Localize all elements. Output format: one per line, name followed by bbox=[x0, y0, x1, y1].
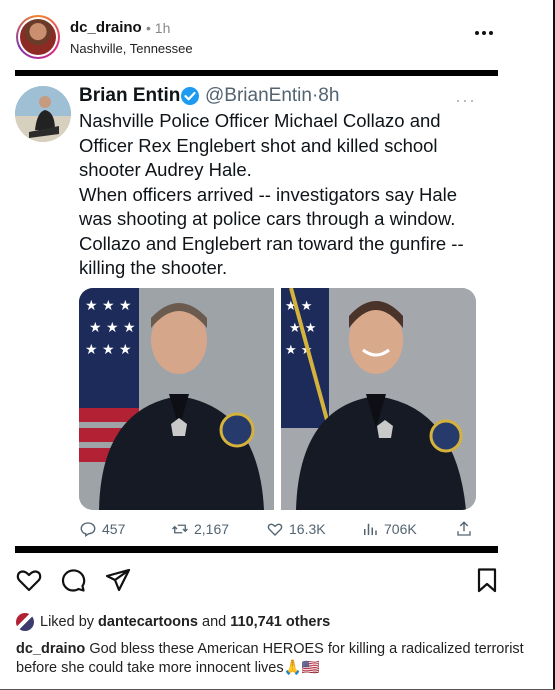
tweet-text: Nashville Police Officer Michael Collazo… bbox=[79, 109, 484, 281]
reply-count: 457 bbox=[102, 521, 126, 537]
officer-photo-art: ★ ★ ★ ★ ★ ★ bbox=[281, 288, 476, 510]
more-horizontal-icon[interactable] bbox=[473, 26, 495, 40]
retweet-count: 2,167 bbox=[194, 521, 230, 537]
retweet-icon bbox=[172, 524, 188, 534]
verified-badge-icon bbox=[181, 87, 199, 105]
svg-text:★ ★ ★: ★ ★ ★ bbox=[85, 342, 132, 358]
avatar-border bbox=[18, 17, 58, 57]
tweet-text-line: When officers arrived -- investigators s… bbox=[79, 183, 458, 205]
image-bottom-border bbox=[15, 546, 498, 553]
tweet-reply: 457 bbox=[79, 520, 125, 538]
time-value: 1h bbox=[154, 20, 171, 36]
tweet-handle-line: @BrianEntin·8h bbox=[205, 85, 339, 107]
like-count: 16.3K bbox=[289, 521, 326, 537]
post-location[interactable]: Nashville, Tennessee bbox=[70, 41, 193, 56]
likes-count[interactable]: 110,741 others bbox=[230, 614, 330, 630]
tweet-photos: ★ ★ ★ ★ ★ ★ ★ ★ ★ ★ ★ ★ ★ ★ ★ bbox=[79, 288, 476, 510]
tweet-author-name[interactable]: Brian Entin bbox=[79, 85, 180, 107]
liker-username[interactable]: dantecartoons bbox=[98, 614, 198, 630]
svg-text:★ ★ ★: ★ ★ ★ bbox=[89, 320, 136, 336]
story-ring[interactable] bbox=[16, 15, 60, 59]
tweet-retweet: 2,167 bbox=[171, 520, 229, 538]
views-count: 706K bbox=[384, 521, 417, 537]
post-username[interactable]: dc_draino bbox=[70, 19, 142, 36]
reply-icon bbox=[80, 522, 96, 538]
heart-icon[interactable] bbox=[15, 566, 43, 594]
tweet-text-line: Nashville Police Officer Michael Collazo… bbox=[79, 110, 441, 131]
likes-middle: and bbox=[202, 614, 227, 630]
post-image[interactable]: Brian Entin @BrianEntin·8h ··· Nashville… bbox=[15, 70, 498, 553]
tweet-avatar bbox=[15, 86, 71, 142]
officer-photo: ★ ★ ★ ★ ★ ★ ★ ★ ★ bbox=[79, 288, 274, 510]
post-caption: dc_draino God bless these American HEROE… bbox=[16, 640, 536, 678]
tweet-time: 8h bbox=[318, 85, 340, 106]
tweet-handle[interactable]: @BrianEntin bbox=[205, 85, 312, 106]
tweet-share bbox=[455, 520, 473, 538]
officer-photo: ★ ★ ★ ★ ★ ★ bbox=[281, 288, 476, 510]
tweet-text-line: was shooting at police cars through a wi… bbox=[79, 208, 456, 229]
tweet-action-bar: 457 2,167 16.3K 706K bbox=[79, 520, 484, 540]
post-action-bar bbox=[0, 562, 553, 598]
share-icon[interactable] bbox=[104, 566, 132, 594]
like-icon bbox=[267, 523, 283, 536]
tweet-views: 706K bbox=[361, 520, 417, 538]
tweet-text-line: shooter Audrey Hale. bbox=[79, 159, 252, 180]
post-time: • 1h bbox=[146, 20, 170, 36]
svg-text:★ ★ ★: ★ ★ ★ bbox=[85, 298, 132, 314]
tweet-text-line: Officer Rex Englebert shot and killed sc… bbox=[79, 134, 438, 156]
time-separator: • bbox=[146, 20, 151, 36]
likes-prefix: Liked by bbox=[40, 614, 95, 630]
likes-summary: Liked by dantecartoons and 110,741 other… bbox=[16, 612, 330, 632]
officer-photo-art: ★ ★ ★ ★ ★ ★ ★ ★ ★ bbox=[79, 288, 274, 510]
comment-icon[interactable] bbox=[59, 566, 87, 594]
tweet-avatar-photo bbox=[15, 86, 71, 142]
share-upload-icon bbox=[457, 521, 471, 536]
tweet-text-line: killing the shooter. bbox=[79, 257, 228, 278]
caption-username[interactable]: dc_draino bbox=[16, 641, 85, 657]
caption-emoji: 🙏🇺🇸 bbox=[283, 660, 320, 676]
views-icon bbox=[364, 523, 377, 535]
bookmark-icon[interactable] bbox=[473, 566, 501, 594]
post-header: dc_draino • 1h Nashville, Tennessee bbox=[0, 0, 553, 70]
avatar bbox=[20, 19, 56, 55]
tweet-text-line: Collazo and Englebert ran toward the gun… bbox=[79, 232, 464, 254]
tweet-more-icon: ··· bbox=[455, 90, 476, 110]
image-top-border bbox=[15, 70, 498, 76]
caption-text: God bless these American HEROES for kill… bbox=[16, 641, 524, 676]
tweet-like: 16.3K bbox=[266, 520, 326, 538]
liker-avatar[interactable] bbox=[16, 613, 34, 631]
